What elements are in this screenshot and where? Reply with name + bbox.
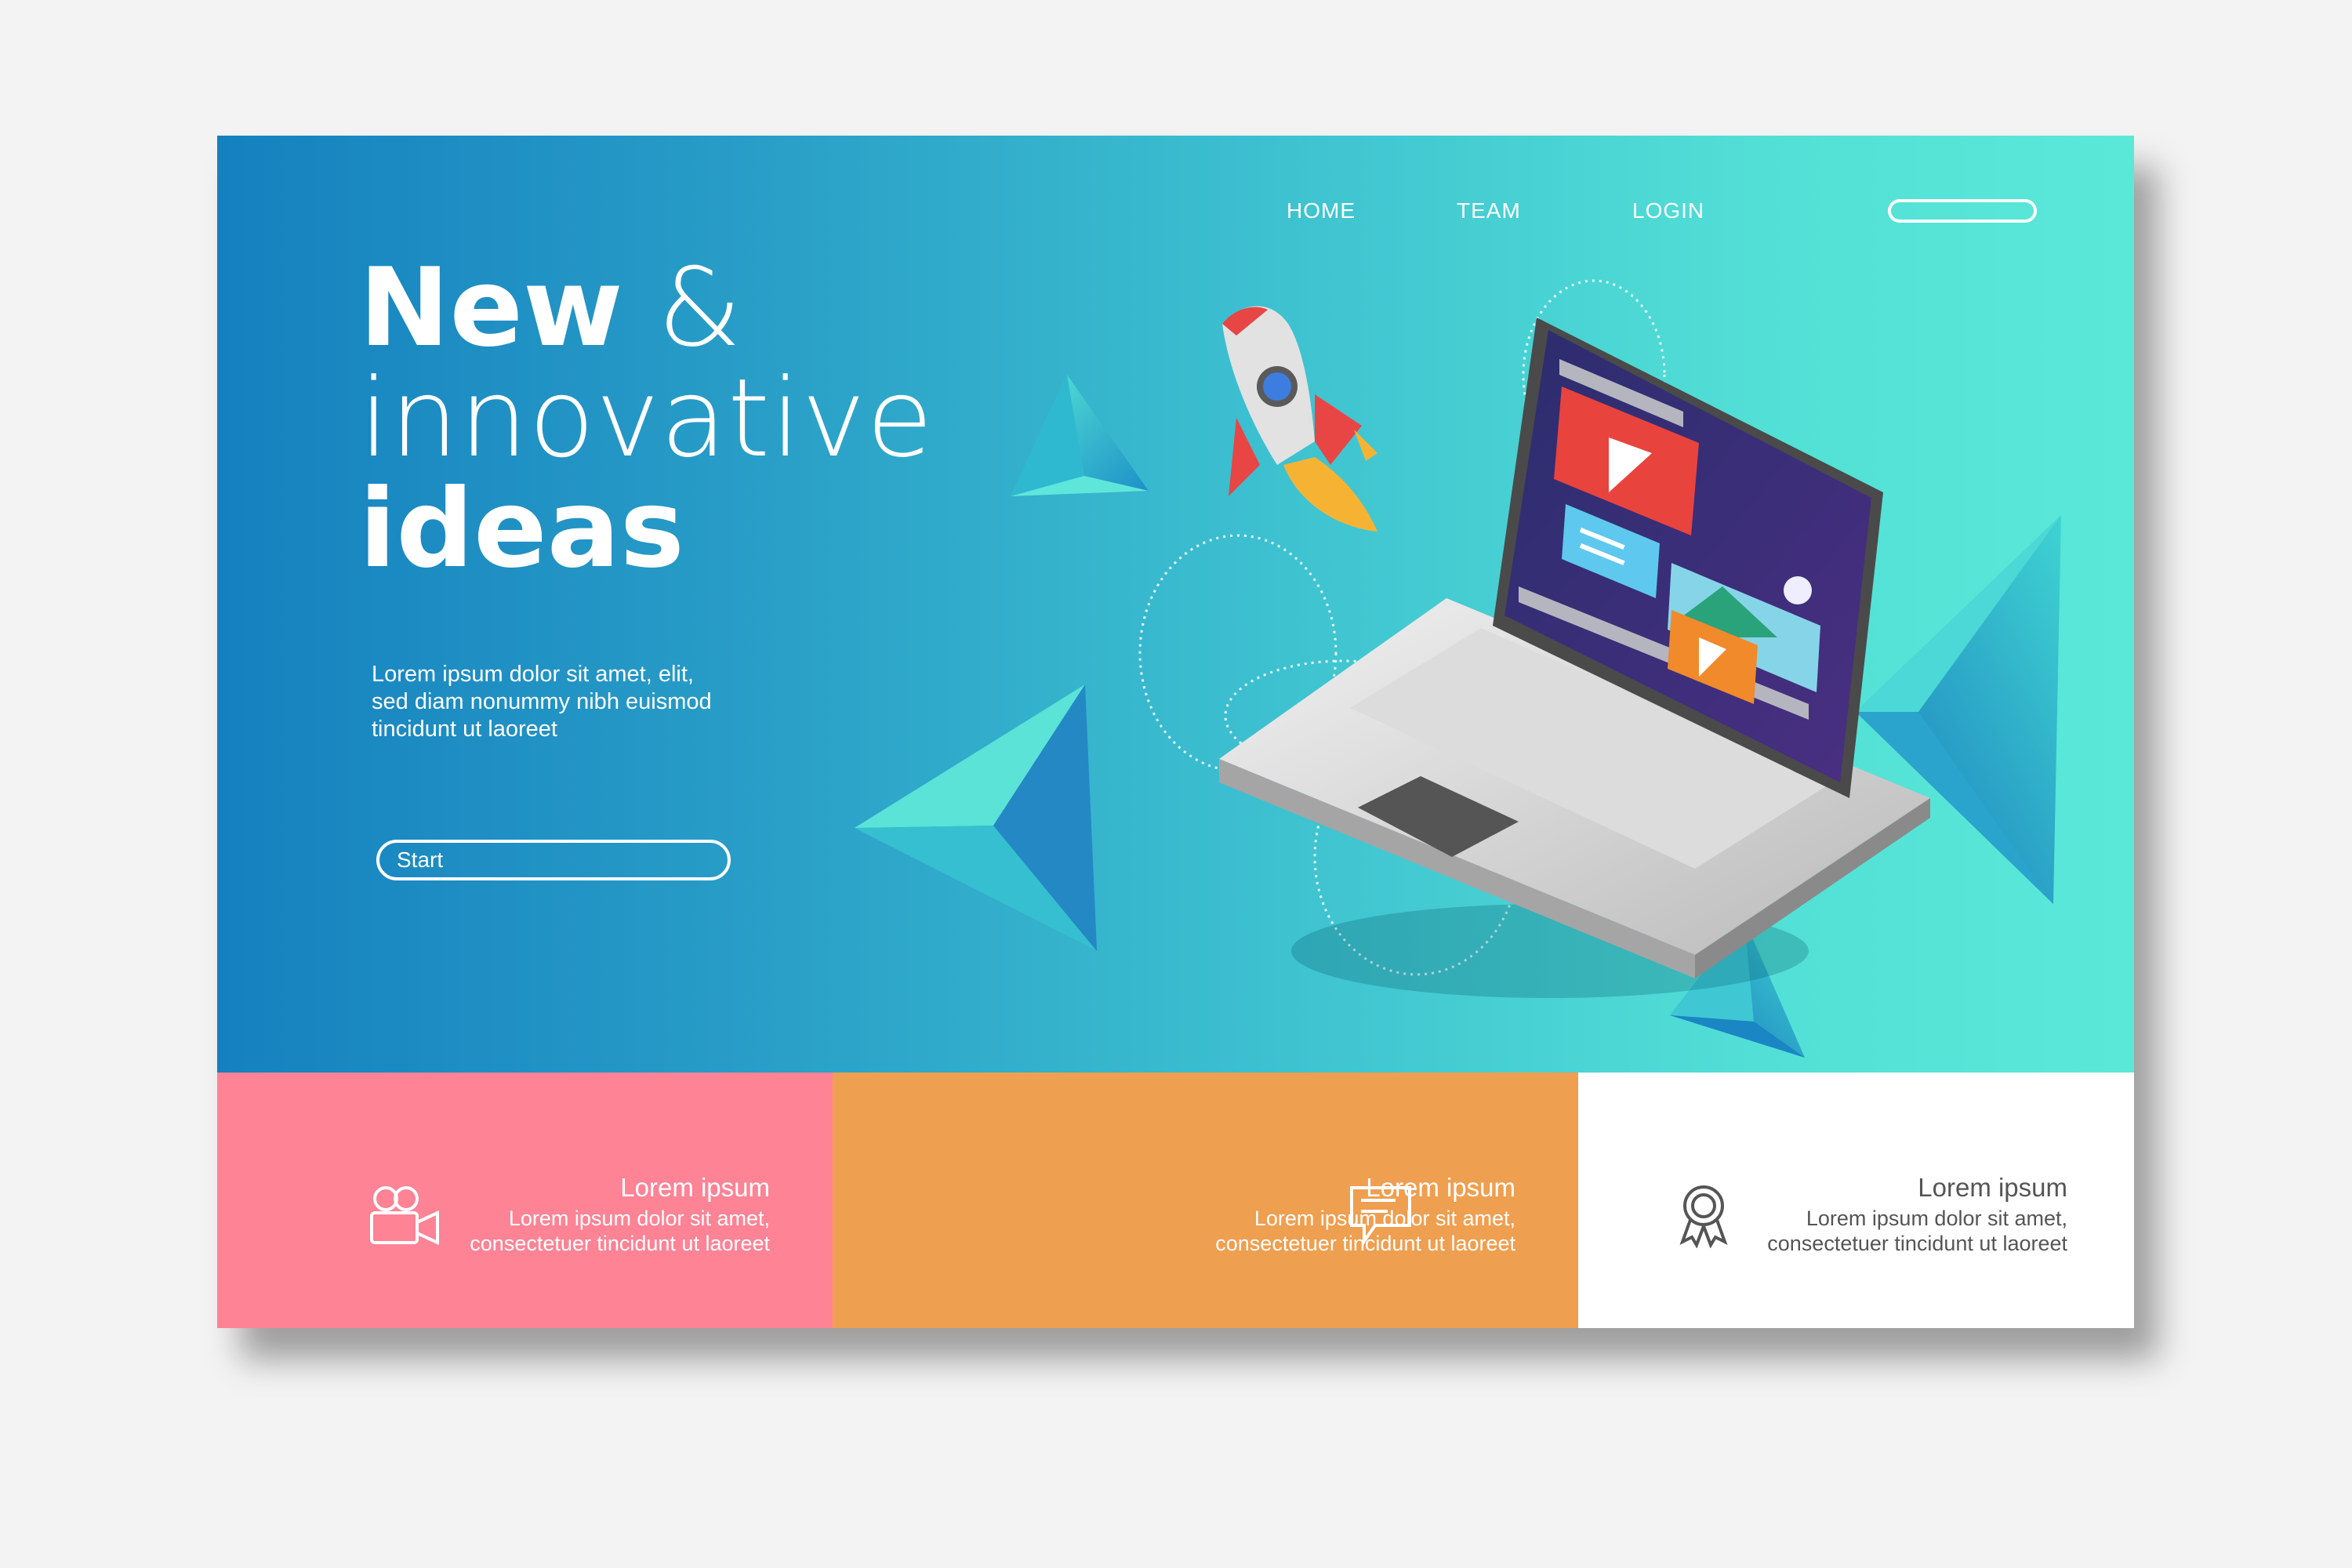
feature-text-line: Lorem ipsum dolor sit amet, xyxy=(508,1207,770,1230)
pyramid-shape-1 xyxy=(1011,375,1149,496)
headline-ampersand: & xyxy=(657,245,742,371)
feature-card-video: Lorem ipsum Lorem ipsum dolor sit amet, … xyxy=(217,1073,833,1328)
feature-card-award: Lorem ipsum Lorem ipsum dolor sit amet, … xyxy=(1578,1073,2134,1328)
feature-title: Lorem ipsum xyxy=(1918,1173,2067,1202)
headline-line-3: ideas xyxy=(359,465,684,592)
feature-text: Lorem ipsum dolor sit amet, consectetuer… xyxy=(1215,1206,1515,1256)
award-ribbon-icon xyxy=(1679,1185,1728,1248)
pyramid-shape-2 xyxy=(855,684,1097,951)
description-line: sed diam nonummy nibh euismod xyxy=(372,689,712,714)
rocket-illustration xyxy=(1222,306,1377,532)
hero-section: HOME TEAM LOGIN New & innovative ideas L… xyxy=(217,136,2134,1073)
start-button[interactable]: Start xyxy=(376,840,731,880)
description-line: Lorem ipsum dolor sit amet, elit, xyxy=(372,662,694,687)
headline-line-1: New & xyxy=(359,252,934,364)
nav-search-input[interactable] xyxy=(1888,199,2037,223)
video-camera-icon xyxy=(370,1186,439,1246)
nav-home[interactable]: HOME xyxy=(1287,198,1356,223)
headline-line-2: innovative xyxy=(359,354,934,481)
nav-login[interactable]: LOGIN xyxy=(1632,198,1704,223)
hero-headline: New & innovative ideas xyxy=(359,252,934,592)
feature-card-chat: Lorem ipsum Lorem ipsum dolor sit amet, … xyxy=(833,1073,1578,1328)
headline-bold-word: New xyxy=(359,245,623,371)
description-line: tincidunt ut laoreet xyxy=(372,717,557,742)
feature-text-line: Lorem ipsum dolor sit amet, xyxy=(1254,1207,1515,1230)
feature-text-line: consectetuer tincidunt ut laoreet xyxy=(470,1232,770,1255)
feature-title: Lorem ipsum xyxy=(1366,1173,1515,1202)
landing-page-card: HOME TEAM LOGIN New & innovative ideas L… xyxy=(217,136,2134,1328)
feature-text-line: Lorem ipsum dolor sit amet, xyxy=(1806,1207,2067,1230)
feature-text: Lorem ipsum dolor sit amet, consectetuer… xyxy=(1767,1206,2067,1256)
feature-text: Lorem ipsum dolor sit amet, consectetuer… xyxy=(470,1206,770,1256)
hero-description: Lorem ipsum dolor sit amet, elit, sed di… xyxy=(372,661,779,743)
nav-team[interactable]: TEAM xyxy=(1457,198,1521,223)
feature-title: Lorem ipsum xyxy=(620,1173,770,1202)
feature-text-line: consectetuer tincidunt ut laoreet xyxy=(1767,1232,2067,1255)
feature-text-line: consectetuer tincidunt ut laoreet xyxy=(1215,1232,1515,1255)
